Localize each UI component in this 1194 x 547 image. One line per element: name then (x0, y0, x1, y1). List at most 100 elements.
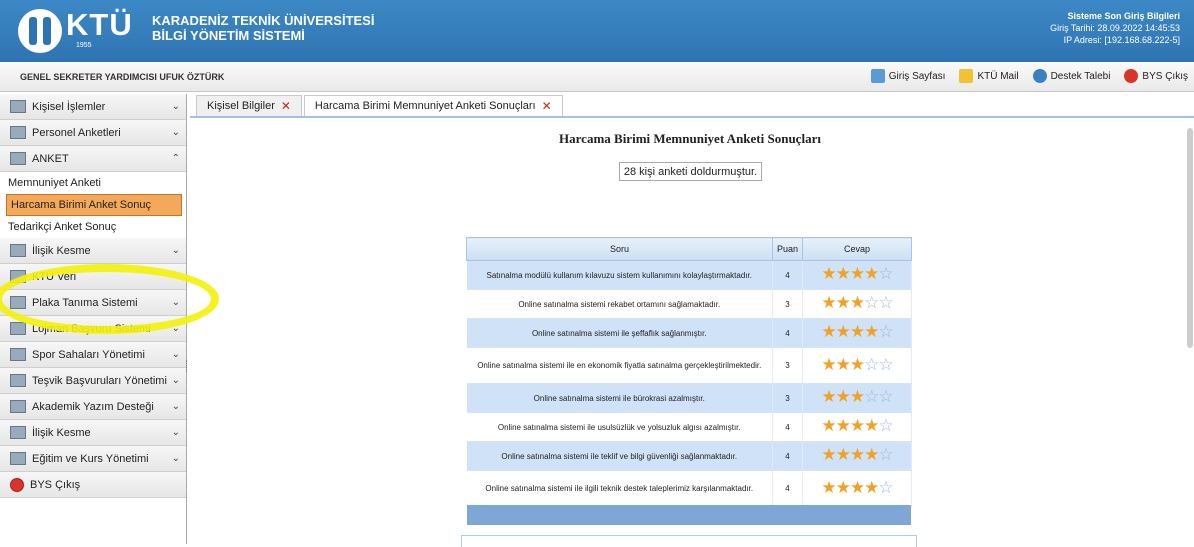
home-link[interactable]: Giriş Sayfası (870, 69, 945, 83)
star-empty-icon: ☆ (878, 354, 893, 374)
col-header-soru[interactable]: Soru (466, 237, 773, 261)
star-filled-icon: ★ (849, 322, 865, 341)
sidebar-item-label: Plaka Tanıma Sistemi (32, 296, 138, 309)
splitter-handle[interactable] (186, 360, 189, 372)
data-icon (10, 270, 26, 283)
page-title: Harcama Birimi Memnuniyet Anketi Sonuçla… (559, 131, 821, 146)
uni-line-1: KARADENİZ TEKNİK ÜNİVERSİTESİ (152, 13, 375, 28)
login-title: Sisteme Son Giriş Bilgileri (1067, 11, 1180, 21)
sidebar-item-label: Lojman Başvuru Sistemi (32, 322, 151, 335)
star-rating: ★★★★☆ (802, 441, 912, 471)
sidebar-item-personel-anketleri[interactable]: Personel Anketleri ⌄ (0, 120, 186, 146)
close-icon[interactable]: ✕ (542, 99, 552, 113)
sidebar-item-label: Teşvik Başvuruları Yönetimi (32, 374, 167, 387)
sidebar-item-lojman-basvuru[interactable]: Lojman Başvuru Sistemi ⌄ (0, 316, 186, 342)
table-footer (467, 505, 911, 525)
support-link[interactable]: Destek Talebi (1032, 69, 1111, 83)
tab-label: Harcama Birimi Memnuniyet Anketi Sonuçla… (314, 100, 536, 112)
tab-harcama-birimi-sonuclari[interactable]: Harcama Birimi Memnuniyet Anketi Sonuçla… (303, 95, 563, 117)
sidebar-sub-memnuniyet-anketi[interactable]: Memnuniyet Anketi (0, 172, 186, 194)
sidebar-item-kisisel-islemler[interactable]: Kişisel İşlemler ⌄ (0, 94, 186, 120)
table-row: Online satınalma sistemi ile en ekonomik… (466, 347, 912, 384)
star-filled-icon: ★ (835, 354, 851, 374)
chevron-up-icon: ⌃ (171, 153, 180, 164)
star-empty-icon: ☆ (878, 264, 893, 283)
sidebar-sub-tedarikci-anket-sonuc[interactable]: Tedarikçi Anket Sonuç (0, 216, 186, 238)
home-icon (870, 69, 885, 83)
star-empty-icon: ☆ (878, 445, 893, 464)
mail-link[interactable]: KTÜ Mail (959, 69, 1019, 83)
sidebar-item-plaka-tanima[interactable]: Plaka Tanıma Sistemi ⌄ (0, 290, 186, 316)
sidebar-item-ktu-veri[interactable]: KTÜ Veri (0, 264, 186, 290)
sidebar-item-spor-sahalari[interactable]: Spor Sahaları Yönetimi ⌄ (0, 342, 186, 368)
chevron-down-icon: ⌄ (171, 101, 180, 112)
question-cell: Satınalma modülü kullanım kılavuzu siste… (466, 260, 773, 290)
logo-text: KTÜ (66, 7, 133, 42)
sidebar-item-label: BYS Çıkış (30, 478, 81, 491)
star-empty-icon: ☆ (878, 477, 893, 497)
chevron-down-icon: ⌄ (171, 245, 180, 256)
arrow-icon (10, 452, 26, 465)
chevron-down-icon: ⌄ (171, 375, 180, 386)
sidebar-sub-harcama-birimi-anket-sonuc[interactable]: Harcama Birimi Anket Sonuç (6, 194, 182, 216)
scrollbar[interactable] (1187, 128, 1193, 348)
star-filled-icon: ★ (864, 445, 879, 464)
sidebar-item-label: İlişik Kesme (32, 244, 91, 257)
table-row: Online satınalma sistemi ile ilgili tekn… (466, 470, 912, 507)
star-empty-icon: ☆ (878, 387, 893, 406)
star-filled-icon: ★ (835, 445, 851, 464)
login-info: Sisteme Son Giriş Bilgileri Giriş Tarihi… (1050, 10, 1180, 46)
arrow-icon (10, 426, 26, 439)
chevron-down-icon: ⌄ (171, 323, 180, 334)
score-cell: 3 (772, 383, 803, 413)
sidebar-item-label: Spor Sahaları Yönetimi (32, 348, 145, 361)
table-header-row: Soru Puan Cevap (466, 237, 912, 261)
star-filled-icon: ★ (864, 322, 879, 341)
col-header-puan[interactable]: Puan (772, 237, 803, 261)
star-empty-icon: ☆ (878, 416, 893, 435)
sidebar-item-akademik-yazim[interactable]: Akademik Yazım Desteği ⌄ (0, 394, 186, 420)
score-cell: 4 (772, 470, 803, 507)
building-icon (10, 322, 26, 335)
sidebar-item-label: Eğitim ve Kurs Yönetimi (32, 452, 149, 465)
score-cell: 4 (772, 441, 803, 471)
sidebar-item-bys-cikis[interactable]: BYS Çıkış (0, 472, 186, 498)
logout-link-label: BYS Çıkış (1142, 70, 1188, 82)
tab-bar: Kişisel Bilgiler ✕ Harcama Birimi Memnuni… (196, 95, 565, 117)
support-link-label: Destek Talebi (1050, 70, 1111, 82)
star-filled-icon: ★ (864, 477, 879, 497)
sidebar-item-egitim-kurs[interactable]: Eğitim ve Kurs Yönetimi ⌄ (0, 446, 186, 472)
star-empty-icon: ☆ (864, 387, 879, 406)
star-filled-icon: ★ (821, 477, 836, 497)
question-cell: Online satınalma sistemi ile teklif ve b… (466, 441, 773, 471)
table-row: Satınalma modülü kullanım kılavuzu siste… (466, 260, 912, 290)
sidebar-item-anket[interactable]: ANKET ⌃ (0, 146, 186, 172)
car-icon (10, 296, 26, 309)
logout-link[interactable]: BYS Çıkış (1124, 69, 1188, 83)
star-filled-icon: ★ (849, 354, 865, 374)
mail-icon (959, 69, 974, 83)
star-empty-icon: ☆ (878, 322, 893, 341)
chevron-down-icon: ⌄ (171, 127, 180, 138)
university-name: KARADENİZ TEKNİK ÜNİVERSİTESİ BİLGİ YÖNE… (152, 13, 374, 43)
score-cell: 3 (772, 347, 803, 384)
sidebar-item-label: Akademik Yazım Desteği (32, 400, 154, 413)
logo-year: 1955 (76, 42, 92, 49)
chevron-down-icon: ⌄ (171, 349, 180, 360)
star-rating: ★★★★☆ (802, 470, 912, 507)
star-filled-icon: ★ (835, 293, 851, 312)
form-icon (10, 126, 26, 139)
arrow-icon (10, 244, 26, 257)
star-filled-icon: ★ (849, 264, 865, 283)
score-cell: 3 (772, 289, 803, 319)
sidebar-item-ilisik-kesme-2[interactable]: İlişik Kesme ⌄ (0, 420, 186, 446)
sidebar-item-tesvik-basvurulari[interactable]: Teşvik Başvuruları Yönetimi ⌄ (0, 368, 186, 394)
sidebar-item-label: Kişisel İşlemler (32, 100, 106, 113)
sidebar-item-ilisik-kesme[interactable]: İlişik Kesme ⌄ (0, 238, 186, 264)
close-icon[interactable]: ✕ (281, 99, 291, 113)
tab-kisisel-bilgiler[interactable]: Kişisel Bilgiler ✕ (196, 95, 302, 117)
col-header-cevap[interactable]: Cevap (802, 237, 912, 261)
chevron-down-icon: ⌄ (171, 427, 180, 438)
form-icon (10, 374, 26, 387)
user-name: GENEL SEKRETER YARDIMCISI UFUK ÖZTÜRK (20, 72, 225, 82)
